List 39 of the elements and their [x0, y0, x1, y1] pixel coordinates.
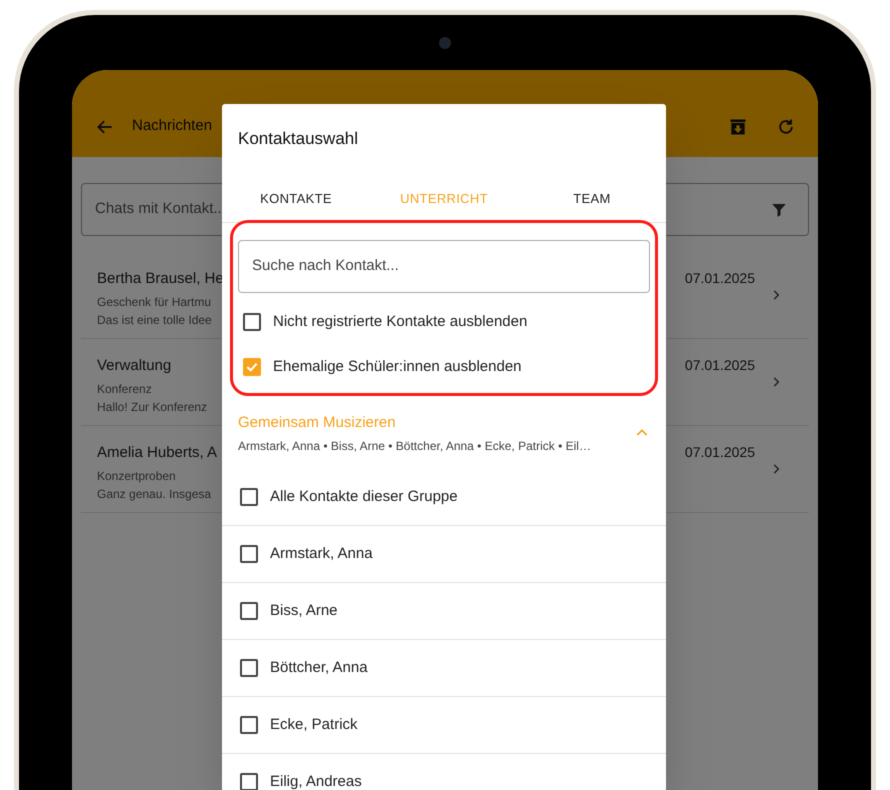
filter-label: Nicht registrierte Kontakte ausblenden	[273, 312, 528, 332]
contact-search-field[interactable]: Suche nach Kontakt...	[238, 240, 650, 292]
tab[interactable]: TEAM	[518, 176, 666, 222]
chat-preview: Ganz genau. Insgesa	[97, 486, 212, 502]
dialog-title: Kontaktauswahl	[237, 128, 360, 150]
chat-subject: Konzertproben	[97, 468, 177, 484]
tab[interactable]: KONTAKTE	[222, 176, 370, 222]
chat-title: Amelia Huberts, A	[97, 443, 218, 463]
checkbox[interactable]	[240, 602, 258, 620]
camera-icon	[439, 36, 451, 48]
group-title: Gemeinsam Musizieren	[238, 412, 397, 432]
contact-label: Armstark, Anna	[270, 544, 373, 564]
checkbox[interactable]	[240, 488, 258, 506]
group-header[interactable]: Gemeinsam Musizieren Armstark, Anna • Biss, Arne • Böttcher, Anna • Ecke, Patrick • Eil…	[222, 396, 666, 469]
checkbox[interactable]	[240, 716, 258, 734]
checkbox[interactable]	[240, 773, 258, 790]
chat-subject: Geschenk für Hartmu	[97, 294, 212, 310]
filter-label: Ehemalige Schüler:innen ausblenden	[273, 357, 522, 377]
chat-date: 07.01.2025	[684, 269, 755, 288]
contact-label: Alle Kontakte dieser Gruppe	[270, 486, 458, 507]
app-bar-title: Nachrichten	[132, 116, 212, 136]
contact-search-placeholder: Suche nach Kontakt...	[252, 256, 399, 276]
contact-label: Ecke, Patrick	[270, 714, 358, 735]
chat-preview: Das ist eine tolle Idee	[97, 312, 213, 328]
chat-preview: Hallo! Zur Konferenz	[97, 398, 208, 416]
chat-date: 07.01.2025	[684, 356, 755, 375]
chat-search-placeholder: Chats mit Kontakt..	[95, 199, 222, 220]
contact-label: Böttcher, Anna	[270, 658, 368, 678]
contact-label: Eilig, Andreas	[270, 772, 362, 790]
archive-icon[interactable]	[728, 116, 748, 136]
contact-label: Biss, Arne	[270, 600, 338, 621]
chat-date: 07.01.2025	[684, 443, 755, 462]
chat-subject: Konferenz	[97, 380, 153, 398]
group-members: Armstark, Anna • Biss, Arne • Böttcher, Anna • Ecke, Patrick • Eil…	[238, 438, 592, 455]
checkbox[interactable]	[240, 545, 258, 563]
chat-title: Verwaltung	[97, 356, 172, 376]
checkbox[interactable]	[243, 312, 261, 331]
checkbox[interactable]	[240, 659, 258, 677]
checkbox[interactable]	[243, 358, 261, 376]
